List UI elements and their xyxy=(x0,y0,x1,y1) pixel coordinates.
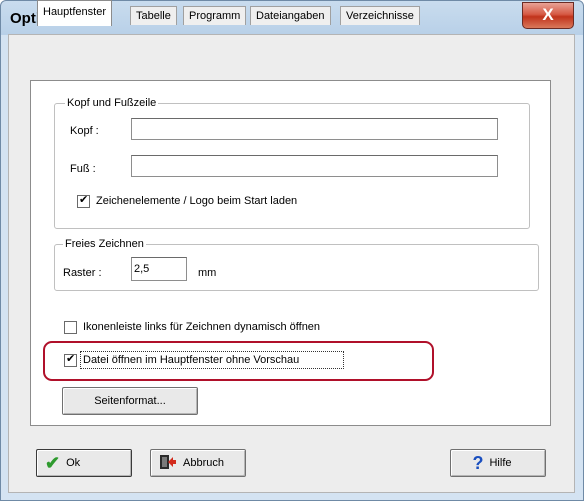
icon-bar-checkbox[interactable] xyxy=(64,321,77,334)
raster-unit: mm xyxy=(198,267,217,279)
close-icon: X xyxy=(542,5,554,24)
tab-programm[interactable]: Programm xyxy=(183,6,247,25)
kopf-input[interactable] xyxy=(131,118,498,140)
free-drawing-legend: Freies Zeichnen xyxy=(63,238,146,251)
free-drawing-group: Freies Zeichnen xyxy=(54,238,539,291)
cancel-button[interactable]: Abbruch xyxy=(150,449,246,477)
close-button[interactable]: X xyxy=(522,2,574,29)
logo-checkbox[interactable] xyxy=(77,193,90,208)
raster-label: Raster : xyxy=(63,267,102,279)
raster-input[interactable] xyxy=(131,257,187,281)
tab-tabelle[interactable]: Tabelle xyxy=(130,6,177,25)
exit-door-icon xyxy=(159,454,177,473)
fuss-label: Fuß : xyxy=(70,163,96,175)
tab-dateiangaben[interactable]: Dateiangaben xyxy=(250,6,331,25)
check-icon: ✔ xyxy=(45,452,61,473)
tab-verzeichnisse[interactable]: Verzeichnisse xyxy=(340,6,420,25)
ok-button[interactable]: ✔ Ok xyxy=(36,449,132,477)
kopf-label: Kopf : xyxy=(70,125,99,137)
fuss-input[interactable] xyxy=(131,155,498,177)
help-icon: ? xyxy=(472,452,484,473)
page-format-button[interactable]: Seitenformat... xyxy=(62,387,198,415)
help-button[interactable]: ? Hilfe xyxy=(450,449,546,477)
icon-bar-checkbox-label[interactable]: Ikonenleiste links für Zeichnen dynamisc… xyxy=(83,320,320,334)
header-footer-legend: Kopf und Fußzeile xyxy=(65,97,159,110)
tab-hauptfenster[interactable]: Hauptfenster xyxy=(37,0,112,26)
highlight-annotation xyxy=(43,341,434,381)
logo-checkbox-label[interactable]: Zeichenelemente / Logo beim Start laden xyxy=(96,194,297,208)
